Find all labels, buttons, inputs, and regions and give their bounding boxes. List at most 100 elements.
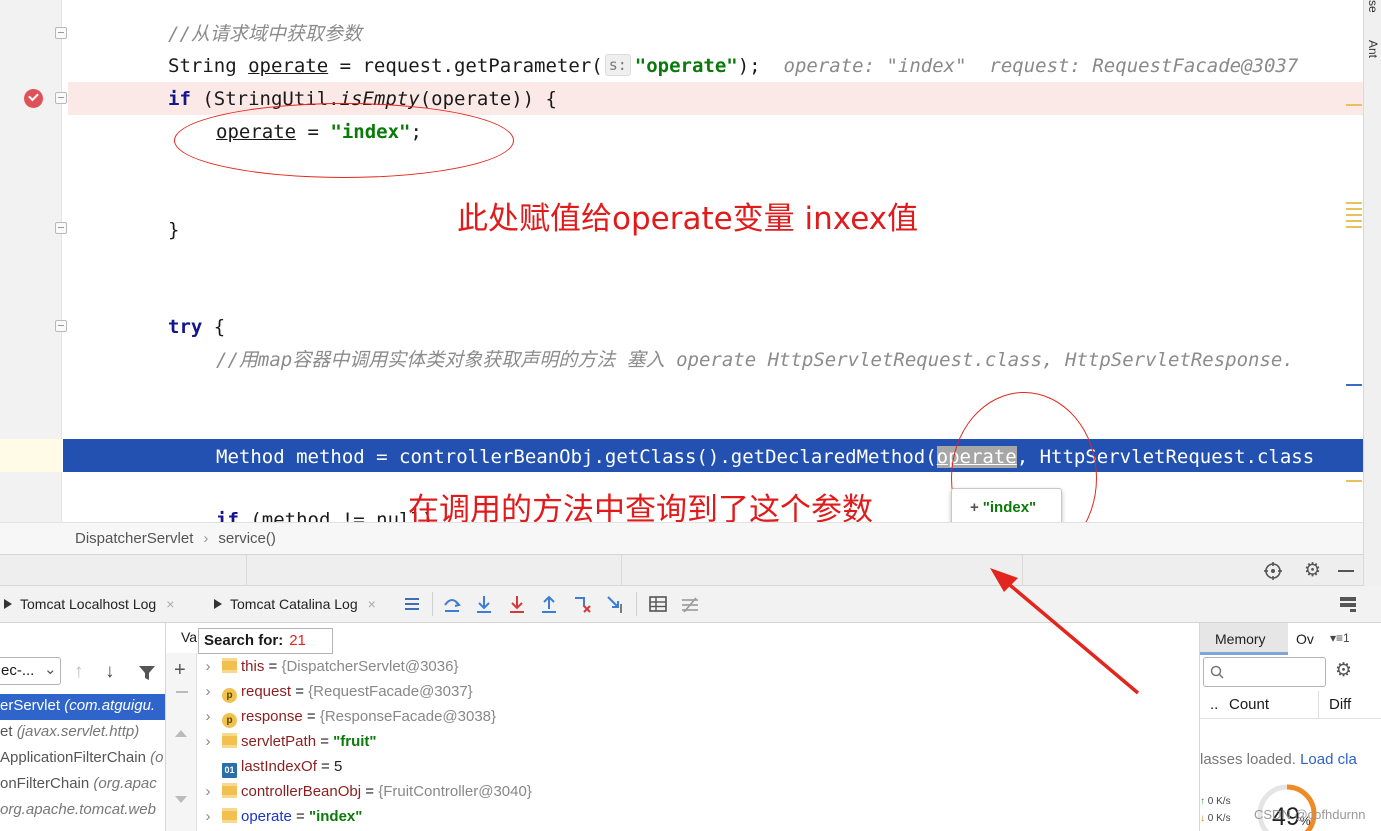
evaluate-expression-icon[interactable] xyxy=(648,594,668,614)
rail-label[interactable]: se xyxy=(1366,0,1380,13)
move-down-icon[interactable] xyxy=(175,796,187,803)
fold-marker[interactable] xyxy=(55,92,67,104)
debug-tabs-bar: Tomcat Localhost Log × Tomcat Catalina Lo… xyxy=(0,586,1381,623)
trace-stream-icon[interactable] xyxy=(680,594,700,614)
toolbar-divider xyxy=(432,592,433,616)
error-stripe-mark[interactable] xyxy=(1346,384,1362,386)
memory-table-header: .. Count Diff xyxy=(1200,691,1381,719)
search-input[interactable]: Search for: 21 xyxy=(198,628,333,654)
add-watch-icon[interactable]: + xyxy=(174,659,186,682)
plus-icon[interactable]: + xyxy=(970,499,979,516)
frame-item[interactable]: ApplicationFilterChain (o xyxy=(0,746,165,772)
error-stripe-mark[interactable] xyxy=(1346,104,1362,106)
breadcrumb-separator: › xyxy=(203,530,209,547)
force-step-into-icon[interactable] xyxy=(507,594,527,614)
parameter-icon: p xyxy=(222,713,237,728)
variable-row[interactable]: › controllerBeanObj = {FruitController@30… xyxy=(197,783,532,808)
field-icon xyxy=(222,658,237,673)
column-count[interactable]: Count xyxy=(1229,696,1269,713)
divider xyxy=(621,555,622,587)
primitive-icon: 01 xyxy=(222,763,237,778)
execution-gutter-highlight xyxy=(0,439,62,472)
variables-side-toolbar: + xyxy=(166,653,197,831)
frame-item[interactable]: org.apache.tomcat.web xyxy=(0,798,165,824)
chevron-right-icon[interactable]: › xyxy=(197,683,219,700)
error-stripe-mark[interactable] xyxy=(1346,226,1362,228)
more-tabs-icon[interactable]: ▾≡1 xyxy=(1330,631,1350,645)
gear-icon[interactable]: ⚙ xyxy=(1304,559,1321,582)
annotation-text: 此处赋值给operate变量 inxex值 xyxy=(457,201,919,237)
ant-tool-tab[interactable]: Ant xyxy=(1366,40,1380,58)
network-speed: ↑ 0 K/s ↓ 0 K/s xyxy=(1200,796,1231,824)
field-icon xyxy=(222,733,237,748)
chevron-right-icon[interactable]: › xyxy=(197,658,219,675)
error-stripe-mark[interactable] xyxy=(1346,220,1362,222)
frame-item[interactable]: et (javax.servlet.http) xyxy=(0,720,165,746)
variable-row[interactable]: › this = {DispatcherServlet@3036} xyxy=(197,658,458,683)
minimize-icon[interactable] xyxy=(1338,570,1354,572)
code-editor[interactable]: //从请求域中获取参数 String operate = request.get… xyxy=(0,0,1363,522)
right-tool-rail: se Ant xyxy=(1363,0,1381,586)
step-out-icon[interactable] xyxy=(539,594,559,614)
move-up-icon[interactable] xyxy=(175,730,187,737)
variable-row[interactable]: 01 lastIndexOf = 5 xyxy=(197,758,342,783)
show-execution-point-icon[interactable] xyxy=(402,594,422,614)
tab-overhead[interactable]: Ov xyxy=(1296,631,1314,647)
tab-tomcat-catalina-log[interactable]: Tomcat Catalina Log × xyxy=(214,596,376,612)
chevron-right-icon[interactable]: › xyxy=(197,808,219,825)
code-line: } xyxy=(168,219,180,241)
tab-tomcat-localhost-log[interactable]: Tomcat Localhost Log × xyxy=(4,596,174,612)
frame-item[interactable]: erServlet (com.atguigu. xyxy=(0,694,165,720)
run-to-cursor-icon[interactable] xyxy=(605,594,625,614)
chevron-right-icon[interactable]: › xyxy=(197,708,219,725)
error-stripe-mark[interactable] xyxy=(1346,214,1362,216)
thread-selector[interactable]: ec-... ⌄ xyxy=(0,657,61,685)
variable-row[interactable]: › operate = "index" xyxy=(197,808,362,831)
code-line: try { xyxy=(168,316,226,338)
layout-icon[interactable] xyxy=(1338,594,1358,614)
fold-marker[interactable] xyxy=(55,222,67,234)
chevron-down-icon: ⌄ xyxy=(44,661,57,678)
gear-icon[interactable]: ⚙ xyxy=(1335,659,1352,682)
inline-debug-value: operate: "index" xyxy=(783,55,967,77)
target-icon[interactable] xyxy=(1263,561,1283,581)
breadcrumb-class[interactable]: DispatcherServlet xyxy=(75,530,193,547)
frame-item[interactable]: onFilterChain (org.apac xyxy=(0,772,165,798)
memory-search-input[interactable] xyxy=(1203,657,1326,687)
inline-debug-value: request: RequestFacade@3037 xyxy=(989,55,1299,77)
fold-marker[interactable] xyxy=(55,320,67,332)
annotation-arrow xyxy=(990,568,1140,695)
filter-icon[interactable] xyxy=(138,664,156,682)
current-execution-line: Method method = controllerBeanObj.getCla… xyxy=(216,446,1315,468)
breakpoint-icon[interactable] xyxy=(24,89,43,108)
error-stripe-mark[interactable] xyxy=(1346,202,1362,204)
fold-marker[interactable] xyxy=(55,27,67,39)
variable-row[interactable]: › p request = {RequestFacade@3037} xyxy=(197,683,473,708)
column-diff[interactable]: Diff xyxy=(1329,696,1351,713)
code-line: if (method != null) xyxy=(216,509,434,522)
variable-row[interactable]: › p response = {ResponseFacade@3038} xyxy=(197,708,496,733)
close-icon[interactable]: × xyxy=(166,596,174,612)
chevron-right-icon[interactable]: › xyxy=(197,733,219,750)
code-comment: //用map容器中调用实体类对象获取声明的方法 塞入 operate HttpS… xyxy=(216,349,1294,371)
debug-header: ⚙ xyxy=(0,554,1363,587)
variable-row[interactable]: › servletPath = "fruit" xyxy=(197,733,377,758)
remove-watch-icon[interactable] xyxy=(176,691,188,693)
error-stripe-mark[interactable] xyxy=(1346,480,1362,482)
chevron-right-icon[interactable]: › xyxy=(197,783,219,800)
code-line: String operate = request.getParameter(s:… xyxy=(168,54,1299,77)
arrow-down-icon[interactable]: ↓ xyxy=(105,661,115,683)
arrow-up-icon[interactable]: ↑ xyxy=(74,661,84,683)
step-over-icon[interactable] xyxy=(442,594,462,614)
load-classes-link[interactable]: Load cla xyxy=(1300,751,1357,768)
error-stripe-mark[interactable] xyxy=(1346,208,1362,210)
breadcrumb-method[interactable]: service() xyxy=(218,530,276,547)
close-icon[interactable]: × xyxy=(368,596,376,612)
annotation-oval xyxy=(174,103,514,178)
divider xyxy=(246,555,247,587)
field-icon xyxy=(222,783,237,798)
tab-memory[interactable]: Memory xyxy=(1215,631,1266,647)
step-into-icon[interactable] xyxy=(474,594,494,614)
drop-frame-icon[interactable] xyxy=(572,594,592,614)
field-icon xyxy=(222,808,237,823)
